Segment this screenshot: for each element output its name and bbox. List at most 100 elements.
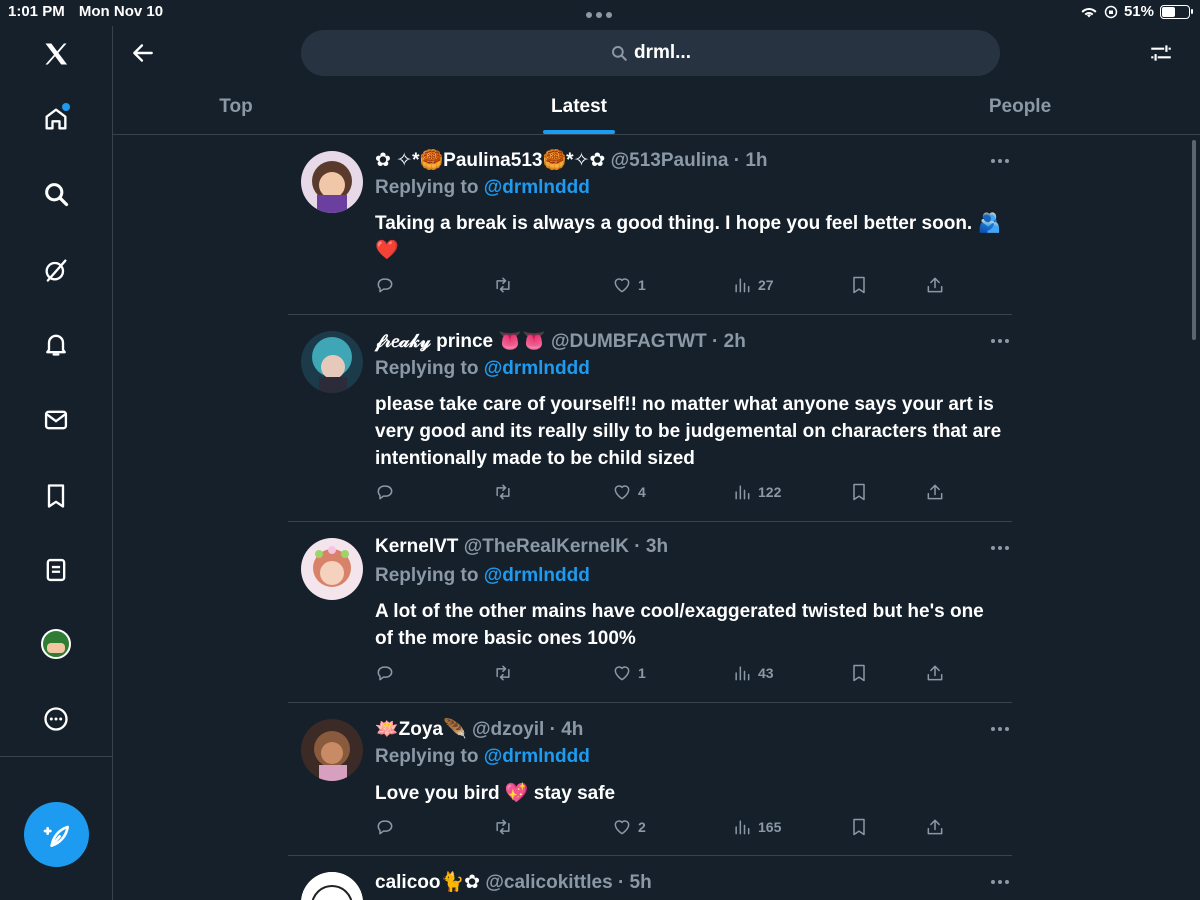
- more-options-icon[interactable]: [988, 719, 1012, 739]
- back-button[interactable]: [128, 38, 158, 68]
- mention-link[interactable]: @drmlnddd: [484, 177, 590, 198]
- handle[interactable]: @513Paulina: [611, 150, 729, 171]
- mention-link[interactable]: @drmlnddd: [484, 746, 590, 767]
- grok-icon[interactable]: [38, 252, 74, 288]
- like-button[interactable]: 2: [612, 817, 646, 837]
- reply-button[interactable]: [375, 482, 395, 502]
- heart-icon: [614, 820, 630, 835]
- handle[interactable]: @DUMBFAGTWT: [551, 331, 707, 352]
- tweet-header: 𝒻𝓇𝑒𝒶𝓀𝓎 prince 👅👅 @DUMBFAGTWT · 2h: [375, 329, 746, 353]
- tab-latest[interactable]: Latest: [551, 96, 607, 118]
- handle[interactable]: @calicokittles: [485, 872, 612, 893]
- tab-top[interactable]: Top: [219, 96, 252, 118]
- avatar[interactable]: [301, 151, 363, 213]
- more-options-icon[interactable]: [988, 538, 1012, 558]
- share-button[interactable]: [925, 817, 945, 837]
- search-filters-button[interactable]: [1146, 38, 1176, 68]
- more-options-icon[interactable]: [988, 151, 1012, 171]
- more-options-icon[interactable]: [988, 331, 1012, 351]
- timestamp[interactable]: · 4h: [550, 719, 584, 740]
- like-count: 1: [638, 277, 646, 293]
- views-button[interactable]: 122: [732, 482, 781, 502]
- multitasking-dots-icon[interactable]: [586, 12, 612, 18]
- share-icon: [927, 484, 943, 500]
- share-button[interactable]: [925, 275, 945, 295]
- reply-button[interactable]: [375, 817, 395, 837]
- home-icon[interactable]: [38, 101, 74, 137]
- scrollbar[interactable]: [1192, 140, 1196, 340]
- bookmark-button[interactable]: [849, 482, 869, 502]
- replying-to: Replying to @drmlnddd: [375, 177, 590, 199]
- more-icon[interactable]: [38, 701, 74, 737]
- tweet-text: Taking a break is always a good thing. I…: [375, 213, 1002, 261]
- display-name[interactable]: 𝒻𝓇𝑒𝒶𝓀𝓎 prince 👅👅: [375, 331, 546, 352]
- share-button[interactable]: [925, 663, 945, 683]
- retweet-button[interactable]: [493, 663, 513, 683]
- timestamp[interactable]: · 3h: [634, 536, 668, 557]
- timestamp[interactable]: · 2h: [712, 331, 746, 352]
- battery-percent: 51%: [1123, 3, 1154, 20]
- tweet-actions: 4 122: [375, 482, 975, 504]
- tweet-text: please take care of yourself!! no matter…: [375, 394, 1002, 469]
- tweet[interactable]: 🪷Zoya🪶 @dzoyil · 4h Replying to @drmlndd…: [288, 703, 1012, 856]
- bookmark-button[interactable]: [849, 663, 869, 683]
- views-button[interactable]: 165: [732, 817, 781, 837]
- retweet-button[interactable]: [493, 275, 513, 295]
- views-button[interactable]: 27: [732, 275, 774, 295]
- reply-button[interactable]: [375, 275, 395, 295]
- like-button[interactable]: 1: [612, 275, 646, 295]
- tweet[interactable]: ✿ ✧*🥮Paulina513🥮*✧✿ @513Paulina · 1h Rep…: [288, 135, 1012, 315]
- avatar[interactable]: [301, 538, 363, 600]
- sidebar: [0, 26, 113, 900]
- like-button[interactable]: 1: [612, 663, 646, 683]
- bookmarks-icon[interactable]: [38, 478, 74, 514]
- notification-dot: [62, 103, 70, 111]
- lists-icon[interactable]: [38, 552, 74, 588]
- share-button[interactable]: [925, 482, 945, 502]
- timestamp[interactable]: · 5h: [618, 872, 652, 893]
- retweet-button[interactable]: [493, 482, 513, 502]
- analytics-icon: [735, 666, 750, 681]
- bookmark-button[interactable]: [849, 817, 869, 837]
- messages-icon[interactable]: [38, 402, 74, 438]
- notifications-icon[interactable]: [38, 326, 74, 362]
- more-options-icon[interactable]: [988, 872, 1012, 892]
- tab-people[interactable]: People: [989, 96, 1051, 118]
- replying-to: Replying to @drmlnddd: [375, 358, 590, 380]
- search-input[interactable]: drml...: [301, 30, 1000, 76]
- display-name[interactable]: 🪷Zoya🪶: [375, 719, 467, 740]
- timestamp[interactable]: · 1h: [734, 150, 768, 171]
- avatar[interactable]: [301, 872, 363, 900]
- compose-button[interactable]: [24, 802, 89, 867]
- tweet-header: calicoo🐈✿ @calicokittles · 5h: [375, 870, 652, 894]
- views-button[interactable]: 43: [732, 663, 774, 683]
- retweet-icon: [496, 665, 510, 681]
- reply-icon: [377, 820, 393, 835]
- display-name[interactable]: ✿ ✧*🥮Paulina513🥮*✧✿: [375, 150, 605, 171]
- bookmark-button[interactable]: [849, 275, 869, 295]
- share-icon: [927, 665, 943, 681]
- retweet-button[interactable]: [493, 817, 513, 837]
- tweet-actions: 1 43: [375, 663, 975, 685]
- tweet[interactable]: 𝒻𝓇𝑒𝒶𝓀𝓎 prince 👅👅 @DUMBFAGTWT · 2h Replyi…: [288, 315, 1012, 522]
- display-name[interactable]: KernelVT: [375, 536, 458, 557]
- search-icon[interactable]: [38, 176, 74, 212]
- profile-avatar[interactable]: [38, 626, 74, 662]
- x-logo-icon[interactable]: [38, 36, 74, 72]
- display-name[interactable]: calicoo🐈✿: [375, 872, 480, 893]
- handle[interactable]: @TheRealKernelK: [464, 536, 629, 557]
- avatar: [41, 629, 71, 659]
- tweet[interactable]: calicoo🐈✿ @calicokittles · 5h: [288, 856, 1012, 900]
- avatar[interactable]: [301, 719, 363, 781]
- mention-link[interactable]: @drmlnddd: [484, 358, 590, 379]
- heart-icon: [614, 485, 630, 500]
- like-button[interactable]: 4: [612, 482, 646, 502]
- analytics-icon: [735, 278, 750, 293]
- avatar[interactable]: [301, 331, 363, 393]
- handle[interactable]: @dzoyil: [472, 719, 544, 740]
- status-right: 51%: [1080, 3, 1193, 20]
- status-time: 1:01 PM: [8, 3, 65, 20]
- reply-button[interactable]: [375, 663, 395, 683]
- tweet[interactable]: KernelVT @TheRealKernelK · 3h Replying t…: [288, 522, 1012, 703]
- mention-link[interactable]: @drmlnddd: [484, 565, 590, 586]
